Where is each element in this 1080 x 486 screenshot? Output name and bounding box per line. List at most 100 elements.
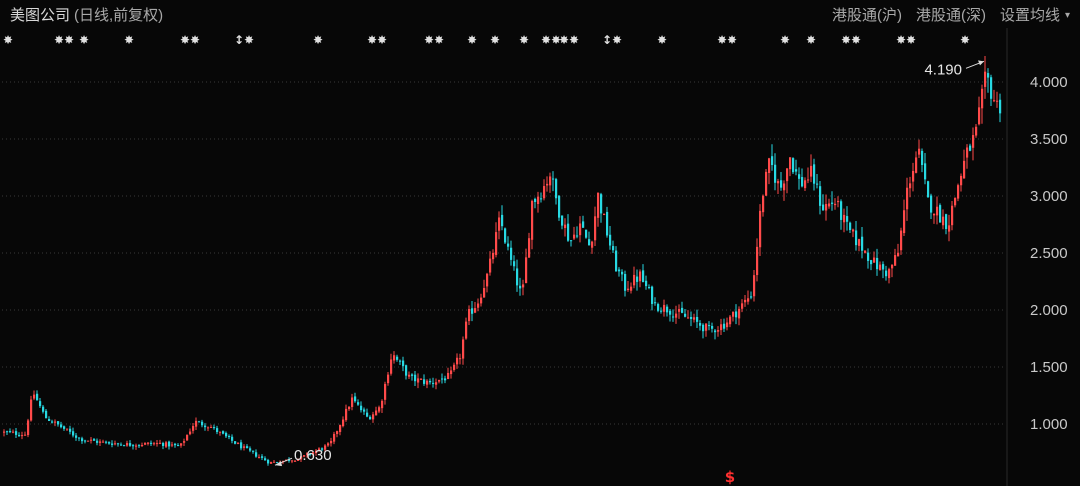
candle-body	[843, 214, 846, 223]
candle-body	[762, 195, 765, 213]
candle-body	[567, 223, 570, 241]
candle-body	[741, 303, 744, 309]
candle-body	[849, 222, 852, 231]
candle-body	[90, 439, 93, 441]
candle-body	[513, 261, 516, 267]
price-tick-label: 1.000	[1030, 416, 1068, 433]
grid-lines	[2, 28, 1008, 486]
candle-body	[120, 444, 123, 446]
candle-body	[123, 445, 126, 447]
candle-body	[474, 308, 477, 313]
candle-body	[720, 324, 723, 331]
candle-body	[57, 421, 60, 425]
candle-body	[189, 431, 192, 435]
candle-body	[486, 273, 489, 287]
candle-body	[999, 99, 1002, 114]
candle-body	[627, 288, 630, 291]
candle-body	[855, 230, 858, 246]
candle-body	[408, 374, 411, 377]
price-tick-label: 4.000	[1030, 74, 1068, 91]
event-marker-icon: ✸	[490, 33, 500, 47]
candle-body	[948, 225, 951, 232]
price-tick-label: 1.500	[1030, 359, 1068, 376]
candle-body	[954, 197, 957, 206]
candle-body	[666, 306, 669, 313]
candle-body	[243, 446, 246, 448]
candle-body	[366, 412, 369, 417]
kline-chart[interactable]: ✸ ✸✸ ✸ ✸ ✸✸ ↕✸ ✸ ✸✸ ✸✸ ✸ ✸ ✸ ✸✸✸✸ ↕✸ ✸ ✸✸ ✸ ✸ ✸✸ ✸✸ ✸$ 1.000…	[0, 0, 1080, 486]
candle-body	[525, 257, 528, 284]
candle-body	[504, 228, 507, 243]
candle-body	[435, 382, 438, 385]
candle-body	[138, 445, 141, 447]
candle-body	[789, 157, 792, 170]
candle-body	[255, 452, 258, 457]
candle-body	[747, 298, 750, 302]
candle-body	[18, 434, 21, 436]
candle-body	[453, 364, 456, 370]
event-marker-icon: ✸	[657, 33, 667, 47]
candle-body	[600, 194, 603, 214]
candle-body	[642, 270, 645, 283]
candle-body	[531, 200, 534, 240]
candle-body	[399, 360, 402, 362]
candle-body	[678, 309, 681, 312]
candle-body	[705, 323, 708, 331]
candle-body	[534, 198, 537, 202]
candle-body	[804, 180, 807, 189]
candle-body	[3, 431, 6, 433]
candle-body	[21, 435, 24, 437]
candle-body	[684, 313, 687, 317]
candle-body	[330, 440, 333, 444]
candle-body	[450, 370, 453, 375]
candle-body	[342, 419, 345, 427]
event-marker-icon: ✸	[3, 33, 13, 47]
candle-body	[252, 450, 255, 452]
candle-body	[858, 239, 861, 246]
candle-body	[750, 296, 753, 298]
candle-body	[156, 443, 159, 445]
min-arrow-head	[275, 461, 282, 467]
candle-body	[39, 401, 42, 407]
candle-body	[900, 230, 903, 251]
candle-body	[423, 379, 426, 384]
candle-body	[792, 158, 795, 173]
candle-body	[522, 284, 525, 288]
event-marker-icon: ✸✸	[180, 33, 200, 47]
candle-body	[555, 179, 558, 199]
candle-body	[369, 416, 372, 420]
candle-body	[912, 170, 915, 182]
candle-body	[822, 204, 825, 211]
candle-body	[675, 313, 678, 318]
candle-body	[270, 462, 273, 464]
candle-body	[327, 443, 330, 446]
candle-body	[246, 446, 249, 449]
candle-body	[273, 461, 276, 463]
candle-body	[477, 303, 480, 308]
candle-body	[885, 270, 888, 277]
event-marker-icon: ✸✸	[424, 33, 444, 47]
candle-body	[213, 427, 216, 429]
candle-body	[591, 241, 594, 248]
candle-body	[375, 410, 378, 416]
candle-body	[972, 135, 975, 148]
candle-body	[6, 431, 9, 433]
candle-body	[483, 288, 486, 298]
candle-body	[42, 406, 45, 412]
candle-body	[456, 357, 459, 365]
candle-body	[618, 269, 621, 272]
candle-body	[987, 73, 990, 78]
candle-body	[198, 421, 201, 423]
candle-body	[510, 247, 513, 260]
candle-body	[693, 317, 696, 320]
candle-body	[573, 234, 576, 239]
event-marker-icon: ✸✸	[54, 33, 74, 47]
candle-body	[459, 358, 462, 360]
candle-body	[210, 426, 213, 428]
candle-body	[78, 437, 81, 439]
candle-body	[879, 264, 882, 271]
candle-body	[345, 408, 348, 421]
candle-body	[801, 177, 804, 187]
candle-body	[597, 193, 600, 218]
candle-body	[537, 196, 540, 204]
